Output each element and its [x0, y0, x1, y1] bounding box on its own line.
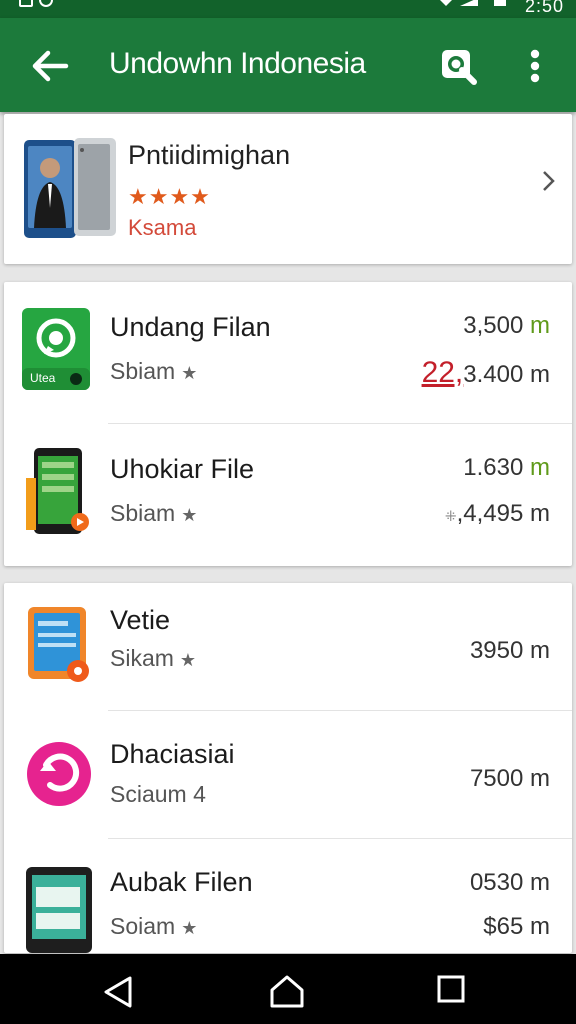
app-size: ⁜,4,495 m: [444, 500, 550, 527]
star-icon: ★: [181, 918, 198, 938]
app-list-card-1: Utea Undang Filan Sbiam ★ 3,500 m 22,3.40…: [4, 282, 572, 566]
app-bar: Undowhn Indonesia: [0, 18, 576, 112]
list-item[interactable]: Utea Undang Filan Sbiam ★ 3,500 m 22,3.40…: [4, 282, 572, 424]
phone-screen-icon: [26, 867, 92, 953]
nav-home-icon[interactable]: [268, 974, 306, 1010]
app-size: 22,3.400 m: [421, 356, 550, 389]
app-subtitle: Sbiam ★: [110, 500, 198, 526]
featured-app-name: Pntiidimighan: [128, 140, 291, 170]
app-price: 7500 m: [469, 765, 550, 792]
app-name: Uhokiar File: [110, 454, 255, 484]
page-title: Undowhn Indonesia: [109, 47, 366, 80]
nav-recents-icon[interactable]: [436, 974, 466, 1004]
app-price: 1.630 m: [463, 454, 550, 481]
status-bar: 2:50: [0, 0, 576, 18]
pink-refresh-icon: [27, 742, 91, 806]
list-item[interactable]: Vetie Sikam ★ 3950 m: [4, 583, 572, 711]
system-nav-bar: [0, 954, 576, 1024]
arrow-left-icon[interactable]: [28, 44, 72, 88]
notification-icon: [19, 0, 53, 7]
phone-thumbnail-icon: [24, 138, 116, 238]
signal-icon: [440, 0, 506, 6]
list-item[interactable]: Aubak Filen Soiam ★ 0530 m $65 m: [4, 839, 572, 953]
app-subtitle: Soiam ★: [110, 913, 198, 939]
app-subtitle: Sikam ★: [110, 645, 197, 671]
app-price: 3950 m: [469, 637, 550, 664]
phone-app-icon: [26, 448, 89, 534]
star-icon: ★: [179, 650, 197, 670]
star-icon: ★: [181, 363, 198, 383]
app-price: 0530 m: [469, 869, 550, 896]
app-list-card-2: Vetie Sikam ★ 3950 m Dhaciasiai Sciaum 4 …: [4, 583, 572, 953]
status-time: 2:50: [524, 0, 564, 16]
list-item[interactable]: Uhokiar File Sbiam ★ 1.630 m ⁜,4,495 m: [4, 424, 572, 566]
search-icon[interactable]: [438, 46, 478, 86]
chevron-right-icon[interactable]: [536, 166, 560, 196]
list-item[interactable]: Dhaciasiai Sciaum 4 7500 m: [4, 711, 572, 839]
app-name: Aubak Filen: [110, 867, 253, 897]
featured-app-card[interactable]: Pntiidimighan ★★★★ Ksama: [4, 114, 572, 264]
nav-back-icon[interactable]: [100, 974, 136, 1010]
app-subtitle: Sbiam ★: [110, 358, 198, 384]
featured-app-subtitle: Ksama: [128, 215, 197, 240]
star-icon: ★: [181, 505, 198, 525]
app-name: Vetie: [110, 605, 171, 635]
app-icon-label: Utea: [30, 371, 56, 385]
tablet-app-icon: [28, 607, 89, 682]
app-name: Undang Filan: [110, 312, 271, 342]
app-subtitle: Sciaum 4: [110, 781, 206, 807]
rating-stars: ★★★★: [128, 184, 211, 209]
more-vert-icon[interactable]: [520, 46, 550, 86]
app-size: $65 m: [483, 913, 550, 940]
app-name: Dhaciasiai: [110, 739, 235, 769]
app-price: 3,500 m: [463, 312, 550, 339]
